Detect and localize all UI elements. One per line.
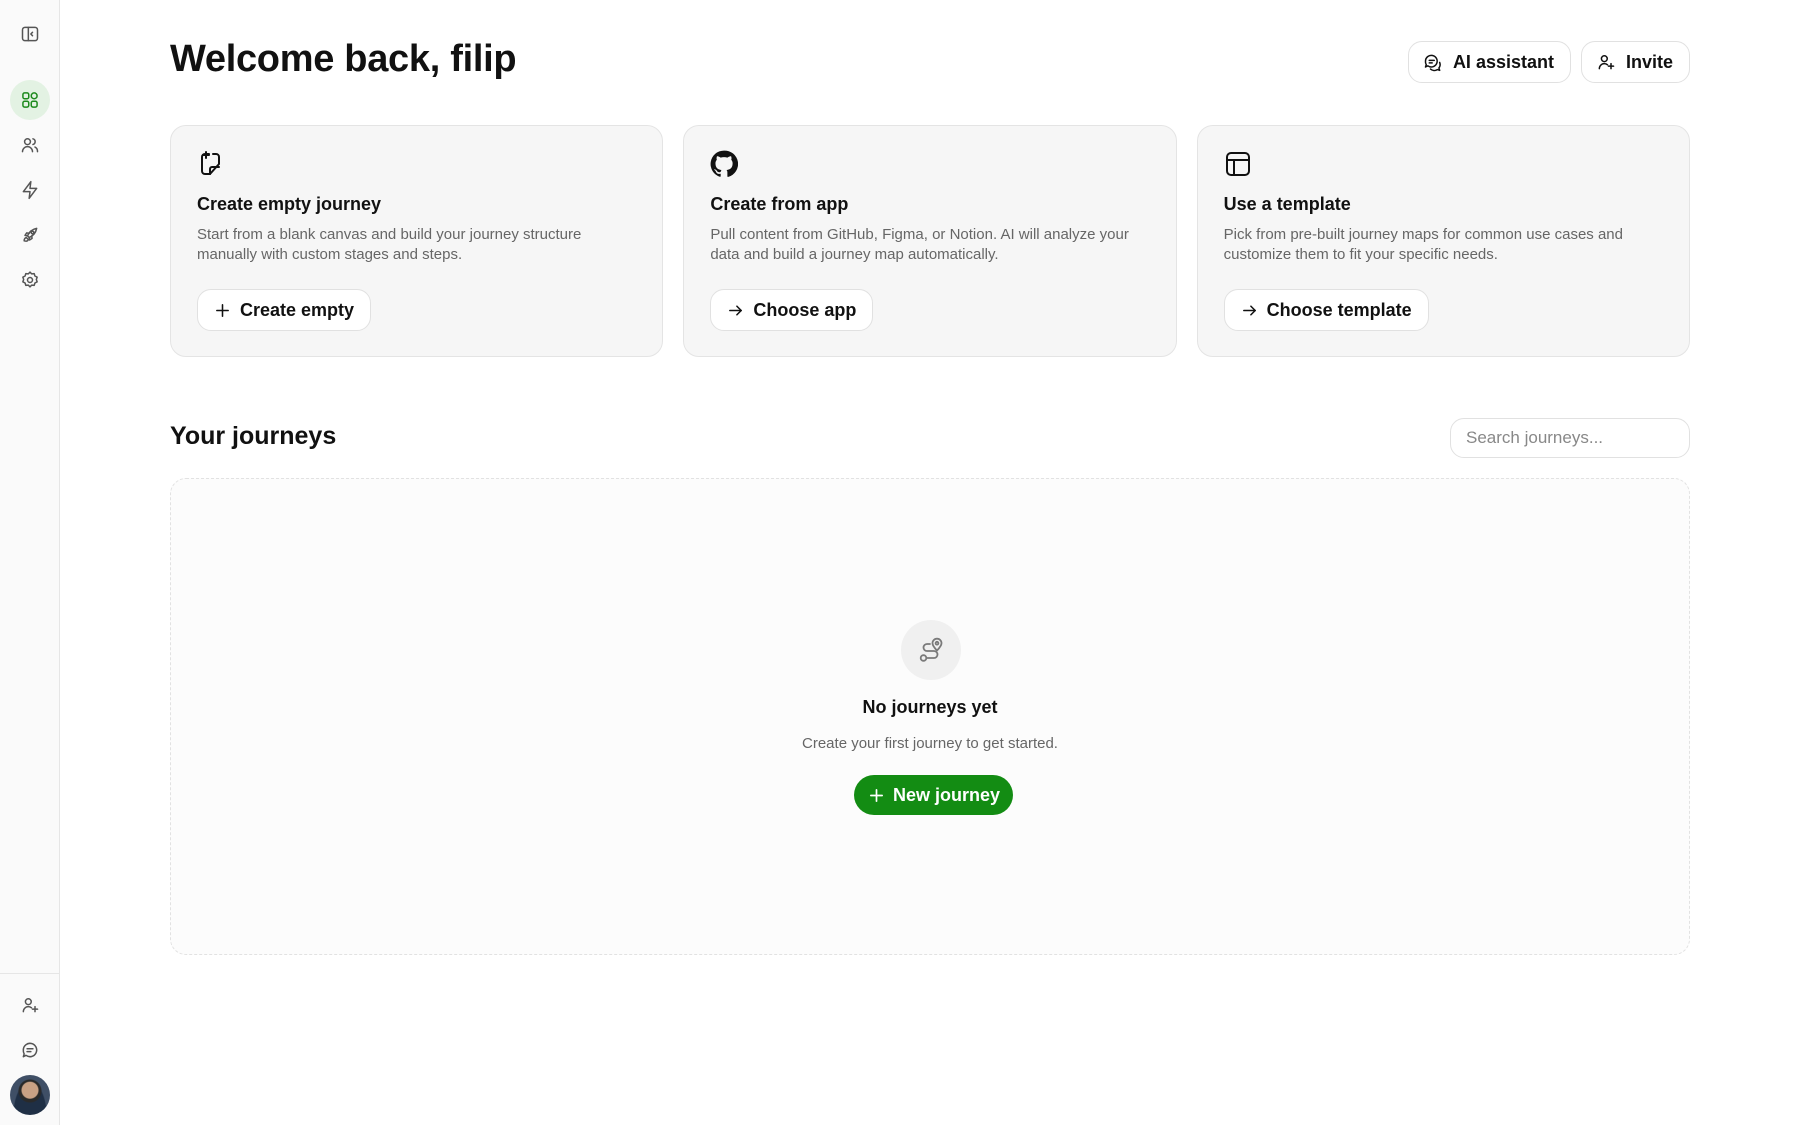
journeys-title: Your journeys (170, 422, 337, 450)
sidebar-item-dashboard[interactable] (10, 80, 50, 120)
card-use-template: Use a template Pick from pre-built journ… (1196, 125, 1690, 357)
create-empty-label: Create empty (240, 299, 355, 320)
header-actions: AI assistant Invite (1407, 41, 1690, 83)
new-document-icon (201, 151, 220, 175)
sidebar (0, 0, 60, 1125)
sidebar-item-settings[interactable] (10, 260, 50, 300)
main-content: Welcome back, filip AI assistant Invite … (170, 0, 1690, 1125)
invite-button[interactable]: Invite (1580, 41, 1690, 83)
sidebar-divider (0, 973, 60, 974)
plus-icon (216, 303, 229, 317)
github-icon (710, 150, 739, 177)
create-empty-button[interactable]: Create empty (197, 289, 372, 331)
arrow-right-icon (1242, 304, 1256, 316)
user-plus-icon (1598, 55, 1615, 70)
avatar[interactable] (10, 1075, 50, 1115)
choose-app-button[interactable]: Choose app (710, 289, 874, 331)
card-title: Create empty journey (197, 194, 382, 214)
sidebar-chat-button[interactable] (10, 1030, 50, 1070)
empty-state-subtitle: Create your first journey to get started… (802, 735, 1058, 752)
empty-state-title: No journeys yet (862, 697, 998, 717)
card-description: Pull content from GitHub, Figma, or Noti… (710, 226, 1129, 263)
sidebar-invite-button[interactable] (10, 985, 50, 1025)
lightning-icon (22, 180, 38, 200)
sidebar-item-users[interactable] (10, 125, 50, 165)
chat-icon (1424, 54, 1441, 72)
user-plus-icon (22, 998, 39, 1013)
card-title: Use a template (1223, 194, 1351, 214)
ai-assistant-button[interactable]: AI assistant (1407, 41, 1571, 83)
card-create-empty: Create empty journey Start from a blank … (170, 125, 664, 357)
card-description: Pick from pre-built journey maps for com… (1223, 226, 1623, 263)
card-title: Create from app (710, 194, 849, 214)
choose-template-button[interactable]: Choose template (1223, 289, 1429, 331)
card-create-from-app: Create from app Pull content from GitHub… (683, 125, 1177, 357)
sidebar-toggle-icon (21, 26, 39, 42)
route-icon (919, 637, 943, 662)
arrow-right-icon (729, 304, 743, 316)
sidebar-toggle-button[interactable] (10, 14, 50, 54)
create-options: Create empty journey Start from a blank … (170, 125, 1690, 357)
choose-template-label: Choose template (1266, 299, 1412, 320)
new-journey-button[interactable]: New journey (854, 775, 1014, 815)
new-journey-label: New journey (893, 784, 1001, 805)
rocket-icon (23, 227, 38, 242)
journeys-empty-state: No journeys yet Create your first journe… (170, 478, 1690, 955)
dashboard-icon (22, 92, 38, 108)
ai-assistant-label: AI assistant (1452, 51, 1554, 72)
chat-icon (22, 1042, 38, 1058)
template-icon (1225, 152, 1250, 176)
card-description: Start from a blank canvas and build your… (197, 226, 582, 263)
search-input[interactable] (1450, 418, 1690, 458)
sidebar-item-automations[interactable] (10, 170, 50, 210)
page-title: Welcome back, filip (170, 38, 517, 80)
choose-app-label: Choose app (753, 299, 857, 320)
invite-label: Invite (1625, 51, 1673, 72)
gear-icon (22, 271, 38, 288)
sidebar-item-launch[interactable] (10, 215, 50, 255)
users-icon (21, 138, 39, 153)
plus-icon (869, 788, 884, 802)
